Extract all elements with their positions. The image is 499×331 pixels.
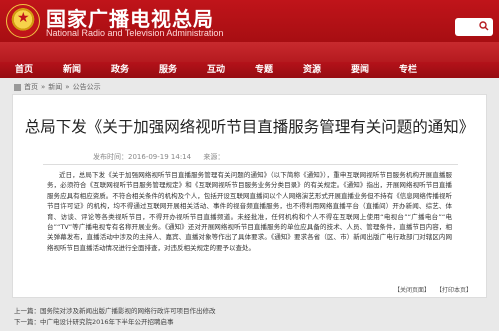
nav-item-affairs[interactable]: 政务 <box>96 62 144 78</box>
breadcrumb-home[interactable]: 首页 <box>24 82 38 92</box>
home-icon <box>14 83 21 91</box>
article-meta: 发布时间：2016-09-19 14:14 来源： <box>93 152 234 162</box>
nav-item-interact[interactable]: 互动 <box>192 62 240 78</box>
nav-item-columns[interactable]: 专栏 <box>384 62 432 78</box>
article-source: 来源： <box>203 153 225 161</box>
divider <box>43 164 458 165</box>
site-subtitle: National Radio and Television Administra… <box>46 28 224 38</box>
print-page-link[interactable]: 【打印本页】 <box>436 287 472 294</box>
breadcrumb-notices[interactable]: 公告公示 <box>73 82 101 92</box>
search-icon[interactable] <box>479 21 489 31</box>
publish-time: 发布时间：2016-09-19 14:14 <box>93 153 192 161</box>
article-card: 总局下发《关于加强网络视听节目直播服务管理有关问题的通知》 发布时间：2016-… <box>12 94 487 298</box>
nav-item-resources[interactable]: 资源 <box>288 62 336 78</box>
nav-item-news[interactable]: 新闻 <box>48 62 96 78</box>
article-navigation: 上一篇：国务院对涉及新闻出版广播影视的网络行政许可项目作出修改 下一篇：中广电设… <box>14 306 216 328</box>
next-article-link[interactable]: 下一篇：中广电设计研究院2016年下半年公开招聘启事 <box>14 317 216 328</box>
breadcrumb-news[interactable]: 新闻 <box>48 82 62 92</box>
national-emblem-icon[interactable] <box>6 4 40 38</box>
close-page-link[interactable]: 【关闭页面】 <box>394 287 430 294</box>
nav-item-headlines[interactable]: 要闻 <box>336 62 384 78</box>
header-banner <box>0 42 499 62</box>
breadcrumb: 首页 » 新闻 » 公告公示 <box>14 82 101 92</box>
article-actions: 【关闭页面】 【打印本页】 <box>390 285 472 294</box>
nav-item-topics[interactable]: 专题 <box>240 62 288 78</box>
nav-item-service[interactable]: 服务 <box>144 62 192 78</box>
article-title: 总局下发《关于加强网络视听节目直播服务管理有关问题的通知》 <box>24 118 475 136</box>
article-body: 近日，总局下发《关于加强网络视听节目直播服务管理有关问题的通知》（以下简称《通知… <box>47 171 452 252</box>
site-header: 国家广播电视总局 National Radio and Television A… <box>0 0 499 42</box>
main-nav: 首页 新闻 政务 服务 互动 专题 资源 要闻 专栏 <box>0 62 499 78</box>
nav-item-home[interactable]: 首页 <box>0 62 48 78</box>
search-input[interactable] <box>455 18 493 36</box>
prev-article-link[interactable]: 上一篇：国务院对涉及新闻出版广播影视的网络行政许可项目作出修改 <box>14 306 216 317</box>
